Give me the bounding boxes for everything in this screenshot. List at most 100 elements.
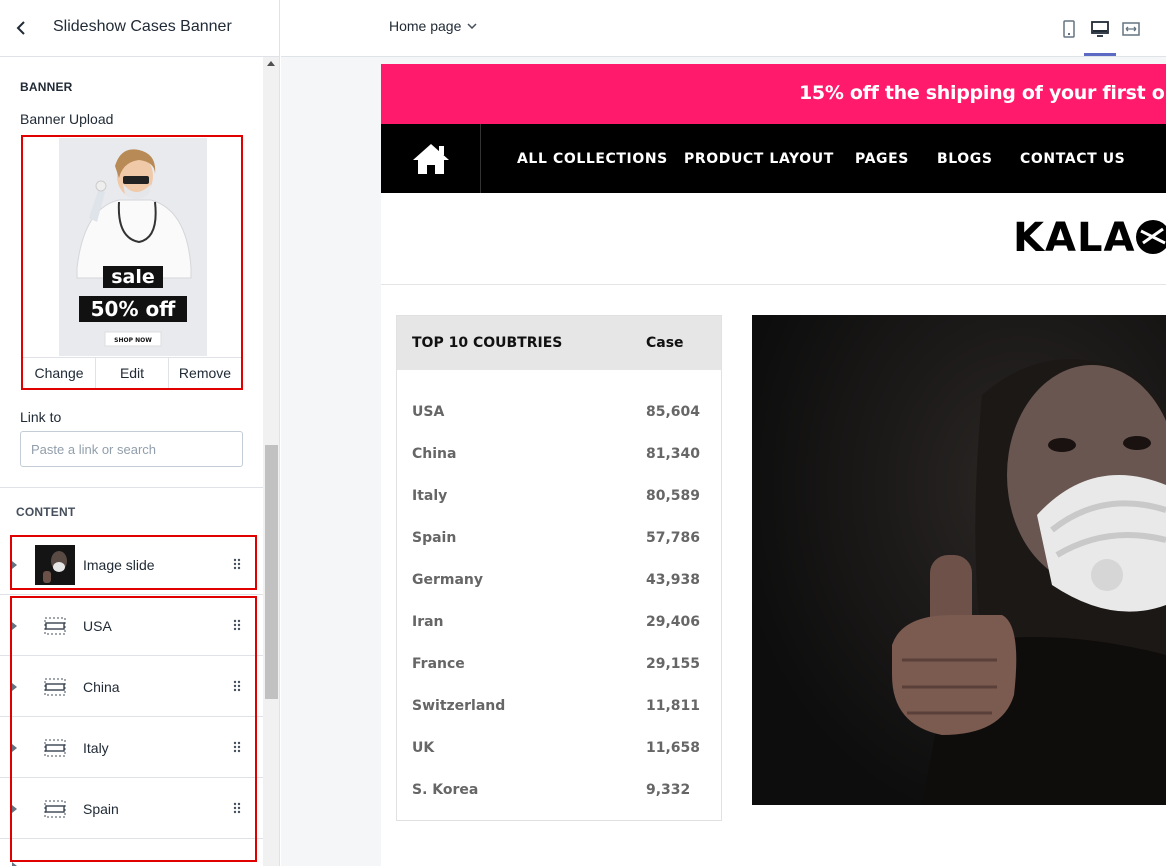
banner-section-heading: BANNER [20, 80, 73, 94]
remove-image-button[interactable]: Remove [168, 358, 241, 388]
table-row: France 29,155 [397, 644, 721, 686]
home-link[interactable] [381, 124, 481, 193]
page-selector[interactable]: Home page [389, 18, 477, 34]
section-icon [44, 617, 66, 635]
block-label: Italy [83, 740, 109, 756]
case-count: 85,604 [646, 404, 701, 420]
block-italy[interactable]: Italy [0, 718, 263, 778]
drag-handle-icon[interactable] [232, 558, 242, 572]
country-name: Spain [412, 530, 457, 546]
preview-toolbar: Home page [281, 0, 1166, 57]
nav-blogs[interactable]: BLOGS [937, 151, 993, 167]
back-button[interactable] [10, 17, 32, 39]
drag-handle-icon[interactable] [232, 619, 242, 633]
image-slide-thumbnail [35, 545, 75, 585]
country-name: S. Korea [412, 782, 479, 798]
drag-handle-icon[interactable] [232, 680, 242, 694]
chevron-down-icon [467, 23, 477, 29]
store-logo[interactable]: KALA [1013, 215, 1135, 261]
banner-upload: sale 50% off SHOP NOW Change Edit Remove [21, 135, 243, 390]
block-spain[interactable]: Spain [0, 779, 263, 839]
nav-product-layout[interactable]: PRODUCT LAYOUT [684, 151, 834, 167]
svg-text:sale: sale [111, 266, 155, 288]
section-icon [44, 678, 66, 696]
block-china[interactable]: China [0, 657, 263, 717]
table-row: Italy 80,589 [397, 476, 721, 518]
expand-caret-icon[interactable] [12, 683, 17, 691]
change-image-button[interactable]: Change [23, 358, 95, 388]
section-divider [0, 487, 263, 488]
table-row: UK 11,658 [397, 728, 721, 770]
chevron-left-icon [16, 21, 25, 35]
mobile-view-button[interactable] [1057, 17, 1081, 41]
table-row: Germany 43,938 [397, 560, 721, 602]
sidebar-scrollbar[interactable] [263, 57, 279, 866]
case-count: 57,786 [646, 530, 701, 546]
case-count: 80,589 [646, 488, 701, 504]
expand-caret-icon[interactable] [12, 862, 17, 866]
table-row: S. Korea 9,332 [397, 770, 721, 812]
scrollbar-thumb[interactable] [265, 445, 278, 699]
editor-sidebar: Slideshow Cases Banner BANNER Banner Upl… [0, 0, 280, 866]
table-header: TOP 10 COUBTRIES Case [397, 316, 721, 370]
section-icon [44, 739, 66, 757]
block-usa[interactable]: USA [0, 596, 263, 656]
block-label: Spain [83, 801, 119, 817]
expand-caret-icon[interactable] [12, 805, 17, 813]
home-icon [412, 143, 449, 174]
country-name: UK [412, 740, 435, 756]
case-count: 29,155 [646, 656, 701, 672]
nav-pages[interactable]: PAGES [855, 151, 909, 167]
fullwidth-icon [1122, 22, 1140, 36]
svg-text:SHOP NOW: SHOP NOW [114, 337, 152, 344]
country-name: China [412, 446, 457, 462]
store-preview: 15% off the shipping of your first order… [381, 64, 1166, 866]
case-count: 9,332 [646, 782, 691, 798]
block-label: Image slide [83, 557, 155, 573]
slideshow-image[interactable] [752, 315, 1166, 805]
expand-caret-icon[interactable] [12, 744, 17, 752]
logo-mark-icon [1136, 220, 1166, 254]
case-count: 81,340 [646, 446, 701, 462]
nav-contact-us[interactable]: CONTACT US [1020, 151, 1125, 167]
table-row: USA 85,604 [397, 392, 721, 434]
drag-handle-icon[interactable] [232, 802, 242, 816]
block-next-partial[interactable] [0, 840, 263, 866]
expand-caret-icon[interactable] [12, 622, 17, 630]
mobile-icon [1063, 20, 1075, 38]
table-row: Spain 57,786 [397, 518, 721, 560]
banner-image-preview[interactable]: sale 50% off SHOP NOW [59, 138, 207, 356]
logo-row: KALA [381, 193, 1166, 285]
link-input[interactable] [20, 431, 243, 467]
header-case: Case [646, 335, 684, 351]
country-name: USA [412, 404, 445, 420]
promo-text: 15% off the shipping of your first order… [799, 82, 1166, 104]
nav-all-collections[interactable]: ALL COLLECTIONS [517, 151, 668, 167]
section-icon [44, 800, 66, 818]
cases-table: TOP 10 COUBTRIES Case USA 85,604 China 81,… [396, 315, 722, 821]
edit-image-button[interactable]: Edit [95, 358, 168, 388]
fullwidth-view-button[interactable] [1119, 17, 1143, 41]
upload-actions: Change Edit Remove [23, 357, 241, 388]
link-to-label: Link to [20, 409, 62, 425]
promo-bar: 15% off the shipping of your first order… [381, 64, 1166, 124]
desktop-view-button[interactable] [1088, 17, 1112, 41]
drag-handle-icon[interactable] [232, 741, 242, 755]
country-name: Italy [412, 488, 448, 504]
scroll-up-icon[interactable] [267, 61, 275, 66]
country-name: Iran [412, 614, 444, 630]
sidebar-header: Slideshow Cases Banner [0, 0, 279, 57]
page-selector-label: Home page [389, 18, 462, 34]
content-section-heading: CONTENT [16, 505, 76, 519]
theme-editor: Slideshow Cases Banner BANNER Banner Upl… [0, 0, 1166, 866]
active-view-indicator [1084, 53, 1116, 56]
case-count: 11,811 [646, 698, 701, 714]
header-country: TOP 10 COUBTRIES [412, 335, 563, 351]
expand-caret-icon[interactable] [12, 561, 17, 569]
block-image-slide[interactable]: Image slide [0, 535, 263, 595]
table-row: Iran 29,406 [397, 602, 721, 644]
store-navbar: ALL COLLECTIONS PRODUCT LAYOUT PAGES BLO… [381, 124, 1166, 193]
sidebar-title: Slideshow Cases Banner [53, 18, 232, 35]
block-label: USA [83, 618, 112, 634]
country-name: Switzerland [412, 698, 506, 714]
